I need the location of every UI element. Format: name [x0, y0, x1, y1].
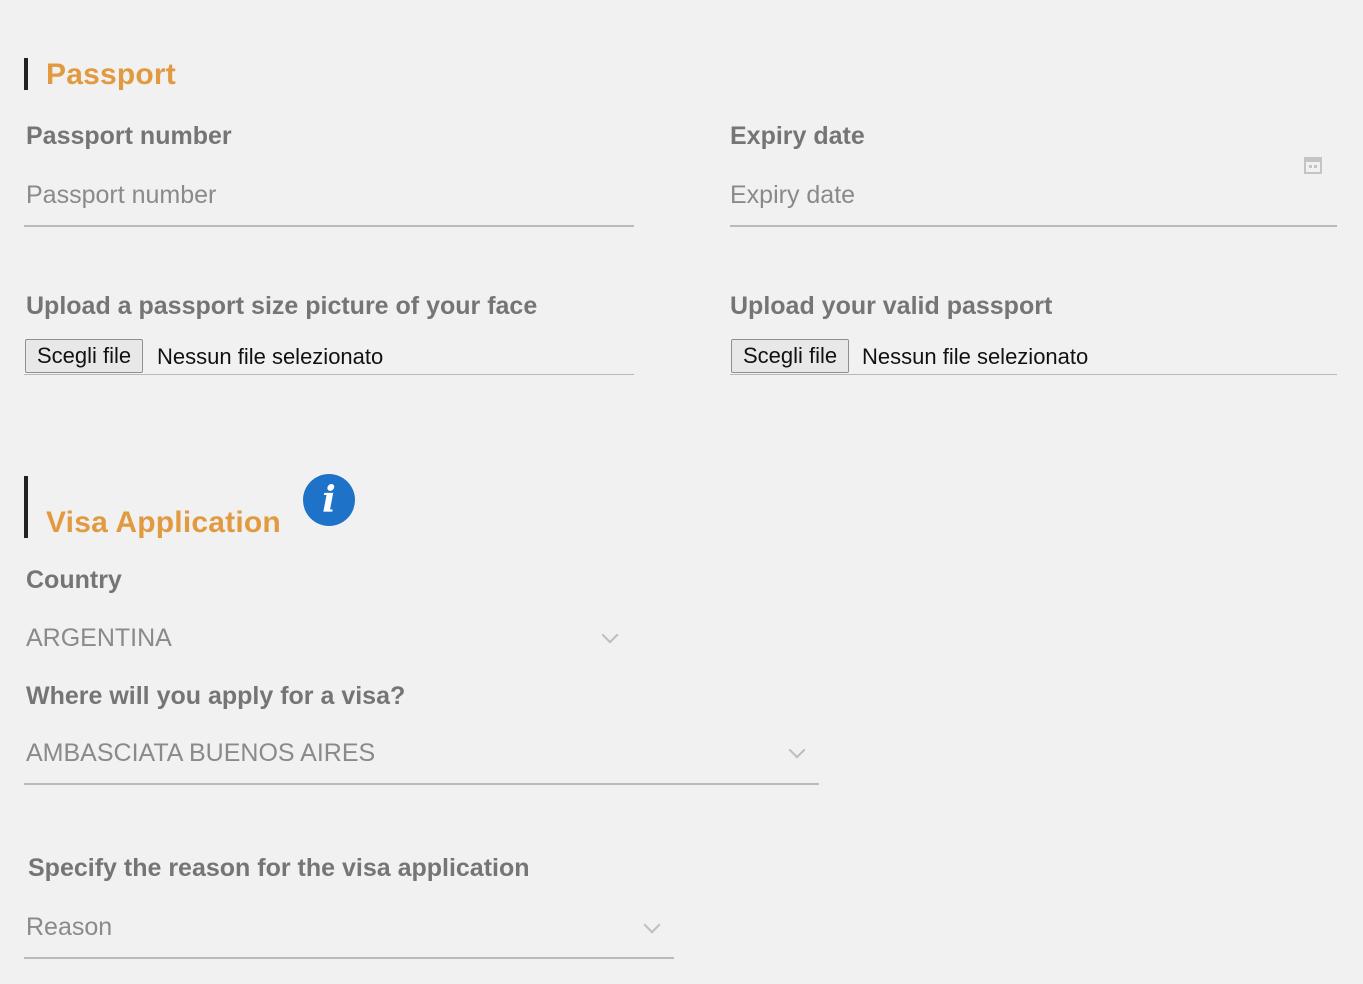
- passport-upload-underline: [730, 374, 1337, 375]
- visa-section-title: Visa Application: [46, 506, 281, 539]
- passport-number-input[interactable]: [26, 181, 626, 210]
- expiry-date-input[interactable]: [730, 181, 1290, 210]
- info-icon[interactable]: i: [303, 474, 355, 526]
- face-upload-label: Upload a passport size picture of your f…: [26, 292, 538, 320]
- passport-upload-label: Upload your valid passport: [730, 292, 1053, 320]
- reason-underline: [24, 957, 674, 959]
- chevron-down-icon[interactable]: [788, 741, 806, 759]
- section-bar: [24, 476, 28, 538]
- reason-label: Specify the reason for the visa applicat…: [28, 854, 530, 882]
- passport-file-status: Nessun file selezionato: [862, 344, 1089, 369]
- expiry-date-label: Expiry date: [730, 122, 865, 150]
- chevron-down-icon[interactable]: [643, 916, 661, 934]
- chevron-down-icon[interactable]: [601, 626, 619, 644]
- country-select[interactable]: ARGENTINA: [26, 624, 172, 653]
- passport-choose-file-button[interactable]: Scegli file: [731, 339, 850, 373]
- calendar-icon[interactable]: [1303, 155, 1323, 175]
- visa-form-page: Passport Passport number Expiry date Upl…: [0, 0, 1363, 984]
- face-upload-underline: [24, 374, 634, 375]
- section-bar: [24, 58, 28, 90]
- passport-section-title: Passport: [46, 58, 176, 91]
- reason-select[interactable]: Reason: [26, 913, 112, 942]
- apply-location-underline: [24, 783, 819, 785]
- passport-section-header: Passport: [24, 58, 176, 90]
- visa-section-header: Visa Application: [24, 476, 281, 538]
- face-choose-file-button[interactable]: Scegli file: [25, 339, 144, 373]
- expiry-date-underline: [730, 225, 1337, 227]
- country-label: Country: [26, 566, 122, 594]
- apply-location-select[interactable]: AMBASCIATA BUENOS AIRES: [26, 739, 375, 768]
- apply-location-label: Where will you apply for a visa?: [26, 682, 406, 710]
- face-file-status: Nessun file selezionato: [157, 344, 384, 369]
- passport-number-label: Passport number: [26, 122, 232, 150]
- passport-number-underline: [24, 225, 634, 227]
